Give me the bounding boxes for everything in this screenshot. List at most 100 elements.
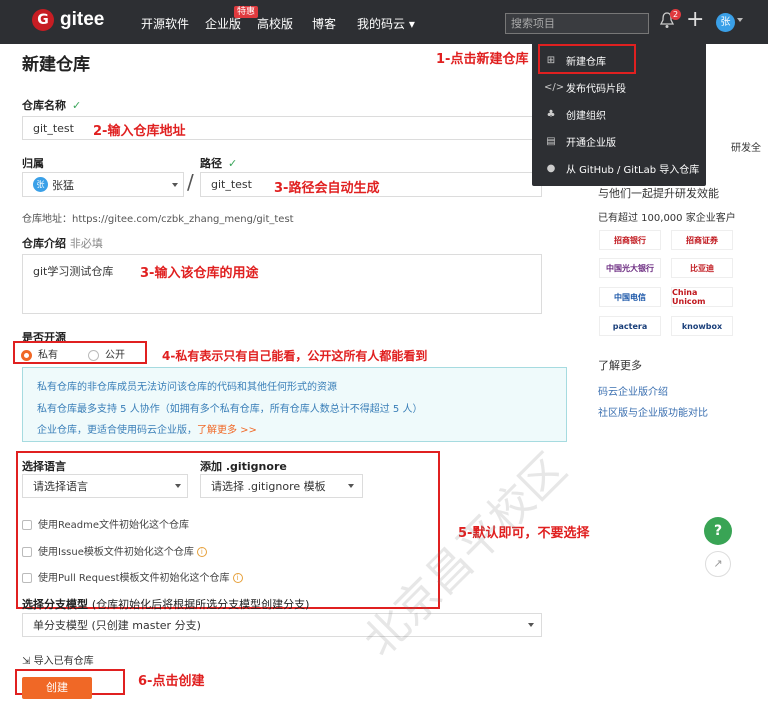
check-icon: ✓ [228,157,238,170]
annotation-3: 3-路径会自动生成 [274,181,380,196]
public-label: 公开 [105,350,125,361]
top-navbar: G gitee 开源软件 企业版 特惠 高校版 博客 我的码云 ▾ 搜索项目 2… [0,0,768,44]
owner-select[interactable]: 张 张猛 [22,172,184,197]
annotation-7: 6-点击创建 [138,674,205,689]
sidebar-more-title: 了解更多 [598,359,642,372]
import-label: 导入已有仓库 [33,656,94,667]
repo-name-label: 仓库名称 ✓ [22,97,81,113]
github-icon: ● [546,163,556,174]
page-title: 新建仓库 [22,55,90,75]
private-info-box: 私有仓库的非仓库成员无法访问该仓库的代码和其他任何形式的资源 私有仓库最多支持 … [22,367,567,442]
hot-badge: 特惠 [234,6,259,18]
path-slash: / [187,170,194,194]
import-repo-link[interactable]: ⇲ 导入已有仓库 [22,652,94,667]
menu-item-org[interactable]: ♣ 创建组织 [544,107,606,122]
gitignore-label: 添加 .gitignore [200,460,287,473]
gitignore-value: 请选择 .gitignore 模板 [211,480,326,493]
repo-name-label-text: 仓库名称 [22,99,66,112]
logo-text: gitee [60,9,105,30]
radio-public[interactable]: 公开 [88,346,125,361]
logo-telecom: 中国电信 [599,287,661,307]
sidebar-partial-text: 研发全 [731,143,761,154]
logo-cmb: 招商银行 [599,230,661,250]
info-line-1: 私有仓库的非仓库成员无法访问该仓库的代码和其他任何形式的资源 [37,382,337,393]
language-value: 请选择语言 [33,480,88,493]
user-avatar[interactable]: 张 [716,13,735,32]
building-icon: ▤ [546,136,556,147]
sidebar-customers: 已有超过 100,000 家企业客户 [598,213,736,224]
info-icon[interactable]: i [232,573,243,583]
menu-item-import[interactable]: ● 从 GitHub / GitLab 导入仓库 [544,161,700,176]
help-button[interactable]: ? [704,517,732,545]
logo-cms: 招商证券 [671,230,733,250]
chevron-down-icon [348,484,354,488]
logo-pactera: pactera [599,316,661,336]
owner-label: 归属 [22,157,44,170]
nav-blog[interactable]: 博客 [312,15,336,32]
create-button[interactable]: 创建 [22,677,92,699]
info-line-3-text: 企业仓库，更适合使用码云企业版， [37,425,197,436]
annotation-2: 2-输入仓库地址 [93,124,186,139]
checkbox-pr[interactable]: 使用Pull Request模板文件初始化这个仓库 i [22,569,243,584]
notification-count: 2 [670,9,681,20]
nav-open-source[interactable]: 开源软件 [141,15,189,32]
logo-knowbox: knowbox [671,316,733,336]
group-icon: ♣ [546,109,556,120]
create-dropdown-menu: ⊞ 新建仓库 </> 发布代码片段 ♣ 创建组织 ▤ 开通企业版 ● 从 GitHub /… [532,40,706,186]
sidebar-link-compare[interactable]: 社区版与企业版功能对比 [598,404,708,419]
checkbox-icon [22,573,32,583]
radio-unchecked-icon [88,349,99,361]
share-icon[interactable]: ↗ [705,551,731,577]
language-select[interactable]: 请选择语言 [22,474,188,498]
intro-textarea[interactable]: git学习测试仓库 [22,254,542,314]
branch-select[interactable]: 单分支模型 (只创建 master 分支) [22,613,542,637]
info-icon[interactable]: i [196,547,207,557]
annotation-5: 4-私有表示只有自己能看，公开这所有人都能看到 [162,349,428,363]
chevron-down-icon [528,623,534,627]
menu-item-label: 开通企业版 [566,138,616,149]
code-icon: </> [544,82,565,93]
info-line-3: 企业仓库，更适合使用码云企业版，了解更多 >> [37,421,257,436]
chevron-down-icon [175,484,181,488]
checkbox-readme[interactable]: 使用Readme文件初始化这个仓库 [22,516,189,531]
intro-optional: 非必填 [69,237,103,250]
pr-label: 使用Pull Request模板文件初始化这个仓库 [38,573,230,584]
intro-label-text: 仓库介绍 [22,237,66,250]
search-input[interactable]: 搜索项目 [505,13,649,34]
branch-value: 单分支模型 (只创建 master 分支) [33,619,201,632]
annotation-1: 1-点击新建仓库 [436,52,529,67]
gitee-logo-icon: G [32,9,54,31]
radio-checked-icon [21,349,32,361]
menu-item-label: 发布代码片段 [566,84,626,95]
nav-my-gitee[interactable]: 我的码云 ▾ [357,15,415,32]
menu-item-new-repo[interactable]: ⊞ 新建仓库 [544,53,606,68]
menu-item-label: 从 GitHub / GitLab 导入仓库 [566,165,700,176]
checkbox-issue[interactable]: 使用Issue模板文件初始化这个仓库 i [22,543,207,558]
annotation-4: 3-输入该仓库的用途 [140,266,259,281]
menu-item-label: 创建组织 [566,111,606,122]
logo-ceb: 中国光大银行 [599,258,661,278]
gitee-logo[interactable]: G gitee [32,9,104,31]
plus-icon[interactable]: + [686,9,704,31]
sidebar-link-enterprise[interactable]: 码云企业版介绍 [598,383,668,398]
gitignore-select[interactable]: 请选择 .gitignore 模板 [200,474,363,498]
owner-value: 张猛 [52,178,74,192]
checkbox-icon [22,547,32,557]
menu-item-snippet[interactable]: </> 发布代码片段 [544,80,626,95]
private-label: 私有 [38,350,58,361]
menu-item-label: 新建仓库 [566,57,606,68]
radio-private[interactable]: 私有 [21,346,58,361]
check-icon: ✓ [72,99,82,112]
nav-university[interactable]: 高校版 [257,15,293,32]
learn-more-link[interactable]: 了解更多 >> [197,425,257,436]
branch-label-text: 选择分支模型 [22,598,88,611]
info-line-2: 私有仓库最多支持 5 人协作（如拥有多个私有仓库，所有仓库人数总计不得超过 5 … [37,404,423,415]
chevron-down-icon[interactable] [737,18,743,22]
intro-label: 仓库介绍 非必填 [22,235,103,251]
branch-label: 选择分支模型 (仓库初始化后将根据所选分支模型创建分支) [22,596,309,612]
plus-square-icon: ⊞ [546,55,556,66]
menu-item-enterprise[interactable]: ▤ 开通企业版 [544,134,616,149]
import-icon: ⇲ [22,656,31,667]
issue-label: 使用Issue模板文件初始化这个仓库 [38,547,194,558]
repo-address: 仓库地址：https://gitee.com/czbk_zhang_meng/g… [22,214,294,225]
